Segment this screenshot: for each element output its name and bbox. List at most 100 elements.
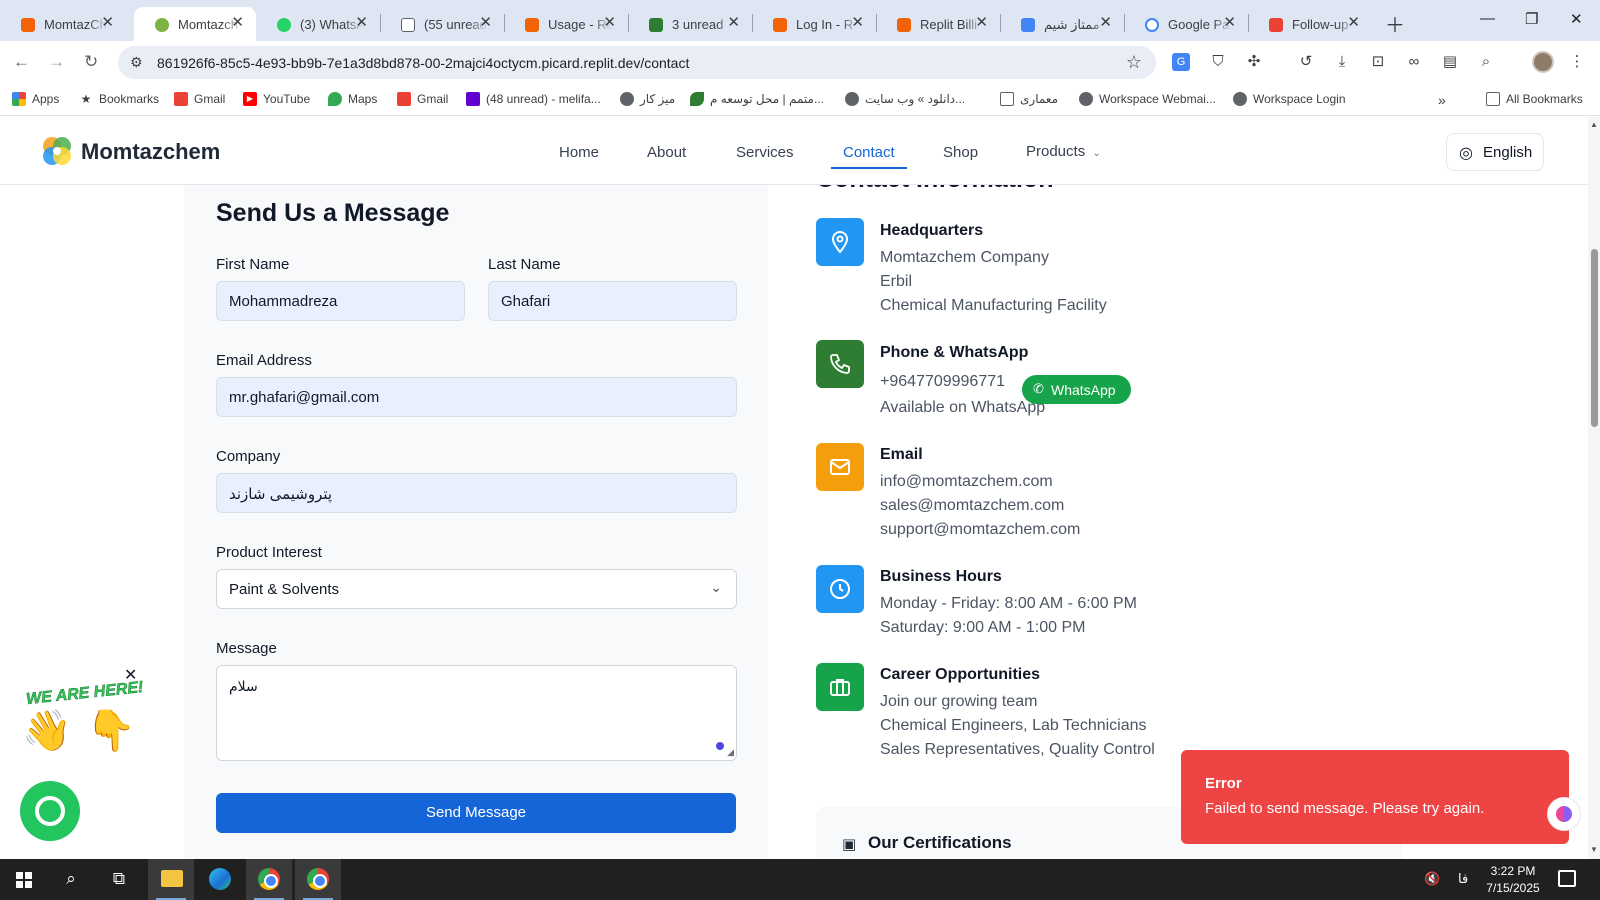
bookmark-item[interactable]: ★ Bookmarks bbox=[79, 92, 159, 106]
close-icon[interactable]: ✕ bbox=[231, 15, 244, 31]
bookmark-item[interactable]: Gmail bbox=[174, 92, 225, 106]
bookmark-item[interactable]: ▶ YouTube bbox=[243, 92, 310, 106]
maps-icon bbox=[328, 92, 342, 106]
browser-tab-active[interactable]: Momtazch ✕ bbox=[134, 7, 256, 41]
window-close-icon[interactable]: ✕ bbox=[1570, 10, 1583, 28]
close-icon[interactable]: ✕ bbox=[851, 15, 864, 31]
phone-number[interactable]: +9647709996771 bbox=[880, 373, 1005, 391]
lens-icon[interactable]: ⌕ bbox=[1477, 53, 1495, 71]
company-field[interactable]: پتروشیمی شازند bbox=[216, 473, 737, 513]
chrome-icon bbox=[258, 868, 280, 890]
screenshot-icon[interactable]: ⊡ bbox=[1369, 53, 1387, 71]
reading-mode-icon[interactable]: ▤ bbox=[1441, 53, 1459, 71]
language-selector[interactable]: ◎ English bbox=[1446, 133, 1544, 171]
close-icon[interactable]: ✕ bbox=[975, 15, 988, 31]
reload-icon[interactable]: ↻ bbox=[84, 52, 98, 72]
message-textarea[interactable]: سلام ◢ bbox=[216, 665, 737, 761]
product-interest-select[interactable]: Paint & Solvents ⌄ bbox=[216, 569, 737, 609]
close-icon[interactable]: ✕ bbox=[355, 15, 368, 31]
browser-tab[interactable]: (3) WhatsA ✕ bbox=[256, 7, 380, 41]
address-bar[interactable]: ⚙ 861926f6-85c5-4e93-bb9b-7e1a3d8bd878-0… bbox=[118, 46, 1156, 79]
nav-shop[interactable]: Shop bbox=[943, 144, 978, 161]
bookmark-item[interactable]: Apps bbox=[12, 92, 59, 106]
bookmark-item[interactable]: Workspace Webmai... bbox=[1079, 92, 1216, 106]
more-bookmarks-icon[interactable]: » bbox=[1438, 92, 1446, 108]
first-name-field[interactable]: Mohammadreza bbox=[216, 281, 465, 321]
email-field[interactable]: mr.ghafari@gmail.com bbox=[216, 377, 737, 417]
restore-icon[interactable]: ❐ bbox=[1525, 10, 1538, 28]
last-name-field[interactable]: Ghafari bbox=[488, 281, 737, 321]
browser-tab[interactable]: MomtazCh ✕ bbox=[0, 7, 126, 41]
all-bookmarks-button[interactable]: All Bookmarks bbox=[1486, 92, 1583, 106]
bookmark-item[interactable]: Maps bbox=[328, 92, 377, 106]
input-language-indicator[interactable]: فا bbox=[1458, 871, 1468, 887]
menu-icon[interactable]: ⋮ bbox=[1568, 53, 1586, 71]
bookmark-item[interactable]: میز کار bbox=[620, 92, 675, 106]
nav-products[interactable]: Products ⌄ bbox=[1026, 143, 1101, 160]
bookmark-item[interactable]: دانلود » وب سایت... bbox=[845, 92, 965, 106]
close-icon[interactable]: ✕ bbox=[603, 15, 616, 31]
browser-tab[interactable]: Replit Billi ✕ bbox=[876, 7, 1000, 41]
site-info-icon[interactable]: ⚙ bbox=[130, 54, 143, 71]
browser-tab[interactable]: ممتاز شیم ✕ bbox=[1000, 7, 1124, 41]
task-view-button[interactable]: ⧉ bbox=[96, 859, 142, 900]
edge-button[interactable] bbox=[197, 859, 243, 900]
email-address[interactable]: info@momtazchem.com bbox=[880, 473, 1053, 491]
scrollbar-thumb[interactable] bbox=[1591, 249, 1598, 427]
nav-contact[interactable]: Contact bbox=[843, 144, 895, 161]
file-explorer-button[interactable] bbox=[148, 859, 194, 900]
browser-tab[interactable]: Usage - Re ✕ bbox=[504, 7, 628, 41]
new-tab-icon[interactable]: ＋ bbox=[1385, 9, 1405, 38]
tab-title: Usage - Re bbox=[548, 17, 612, 32]
close-icon[interactable]: ✕ bbox=[1347, 15, 1360, 31]
resize-handle-icon[interactable]: ◢ bbox=[727, 747, 734, 758]
headquarters-line: Chemical Manufacturing Facility bbox=[880, 297, 1107, 314]
browser-tab[interactable]: Follow-up ✕ bbox=[1248, 7, 1372, 41]
minimize-icon[interactable]: — bbox=[1480, 10, 1495, 27]
extensions-icon[interactable]: ✣ bbox=[1245, 53, 1263, 71]
browser-tab[interactable]: 3 unread ✕ bbox=[628, 7, 752, 41]
close-icon[interactable]: ✕ bbox=[727, 15, 740, 31]
nav-home[interactable]: Home bbox=[559, 144, 599, 161]
chrome-button[interactable] bbox=[246, 859, 292, 900]
shield-icon[interactable]: ⛉ bbox=[1209, 53, 1227, 71]
profile-avatar[interactable] bbox=[1532, 51, 1554, 73]
scroll-down-icon[interactable]: ▼ bbox=[1590, 845, 1598, 854]
bookmark-item[interactable]: متمم | محل توسعه م... bbox=[690, 92, 824, 106]
bookmark-item[interactable]: Gmail bbox=[397, 92, 448, 106]
system-clock[interactable]: 3:22 PM 7/15/2025 bbox=[1478, 863, 1548, 897]
volume-muted-icon[interactable]: 🔇 bbox=[1424, 871, 1440, 887]
link-icon[interactable]: ∞ bbox=[1405, 53, 1423, 71]
translate-icon[interactable]: G bbox=[1172, 53, 1190, 71]
browser-tab[interactable]: Google Pa ✕ bbox=[1124, 7, 1248, 41]
chrome-button[interactable] bbox=[295, 859, 341, 900]
close-icon[interactable]: ✕ bbox=[101, 15, 114, 31]
forward-icon[interactable]: → bbox=[48, 52, 65, 72]
brand-name[interactable]: Momtazchem bbox=[81, 139, 220, 165]
history-icon[interactable]: ↺ bbox=[1297, 53, 1315, 71]
bookmark-item[interactable]: (48 unread) - melifa... bbox=[466, 92, 601, 106]
bookmark-item[interactable]: معماری bbox=[1000, 92, 1058, 106]
page-scrollbar[interactable]: ▲ ▼ bbox=[1588, 117, 1600, 859]
scroll-up-icon[interactable]: ▲ bbox=[1590, 120, 1598, 129]
browser-tab[interactable]: (55 unread ✕ bbox=[380, 7, 504, 41]
close-icon[interactable]: ✕ bbox=[1099, 15, 1112, 31]
nav-services[interactable]: Services bbox=[736, 144, 794, 161]
bookmark-item[interactable]: Workspace Login bbox=[1233, 92, 1346, 106]
nav-about[interactable]: About bbox=[647, 144, 686, 161]
bookmark-star-icon[interactable]: ☆ bbox=[1126, 52, 1142, 73]
email-address[interactable]: support@momtazchem.com bbox=[880, 521, 1080, 539]
grammar-extension-dot[interactable] bbox=[716, 742, 724, 750]
download-icon[interactable]: ⤓ bbox=[1333, 53, 1351, 71]
search-button[interactable]: ⌕ bbox=[48, 859, 94, 900]
close-icon[interactable]: ✕ bbox=[479, 15, 492, 31]
extension-assistant-button[interactable] bbox=[1547, 797, 1581, 831]
start-button[interactable] bbox=[0, 859, 46, 900]
chat-launcher-button[interactable] bbox=[20, 781, 80, 841]
back-icon[interactable]: ← bbox=[13, 52, 30, 72]
close-icon[interactable]: ✕ bbox=[1223, 15, 1236, 31]
send-message-button[interactable]: Send Message bbox=[216, 793, 736, 833]
email-address[interactable]: sales@momtazchem.com bbox=[880, 497, 1064, 515]
notification-center-icon[interactable] bbox=[1558, 870, 1576, 887]
browser-tab[interactable]: Log In - R ✕ bbox=[752, 7, 876, 41]
